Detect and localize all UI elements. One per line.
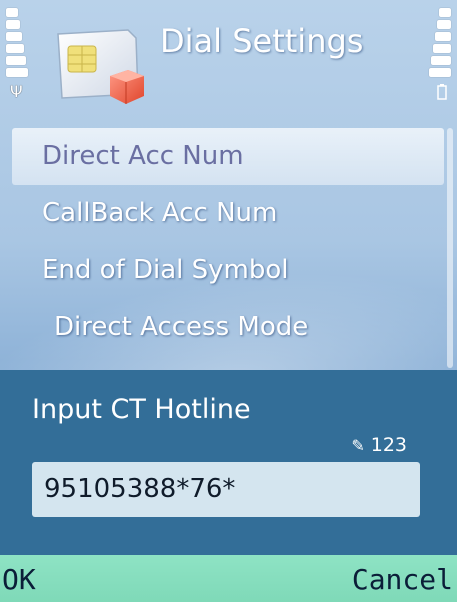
input-mode-indicator: ✎ 123: [351, 434, 407, 456]
scrollbar[interactable]: [447, 128, 453, 368]
cancel-softkey[interactable]: Cancel: [352, 563, 453, 596]
hotline-input[interactable]: 95105388*76*: [32, 462, 420, 517]
page-title: Dial Settings: [160, 22, 364, 60]
menu-item-end-of-dial-symbol[interactable]: End of Dial Symbol: [12, 242, 444, 299]
input-dialog: Input CT Hotline ✎ 123 95105388*76*: [0, 370, 457, 555]
signal-strength-indicator: Ψ: [6, 8, 32, 100]
ok-softkey[interactable]: OK: [2, 563, 36, 596]
menu-item-callback-acc-num[interactable]: CallBack Acc Num: [12, 185, 444, 242]
softkey-bar: OK Cancel: [0, 555, 457, 602]
menu-item-direct-access-mode[interactable]: Direct Access Mode: [12, 299, 444, 356]
antenna-icon: Ψ: [10, 82, 23, 101]
menu-item-direct-acc-num[interactable]: Direct Acc Num: [12, 128, 444, 185]
screen: Ψ Dial Settings Direct Acc Num CallBack …: [0, 0, 457, 602]
battery-indicator: [425, 8, 451, 100]
battery-icon: [437, 84, 447, 100]
sim-card-icon: [57, 29, 144, 104]
dialog-title: Input CT Hotline: [32, 394, 251, 425]
input-mode-label: 123: [370, 434, 407, 456]
pen-icon: ✎: [351, 436, 365, 455]
settings-menu: Direct Acc Num CallBack Acc Num End of D…: [12, 128, 444, 356]
